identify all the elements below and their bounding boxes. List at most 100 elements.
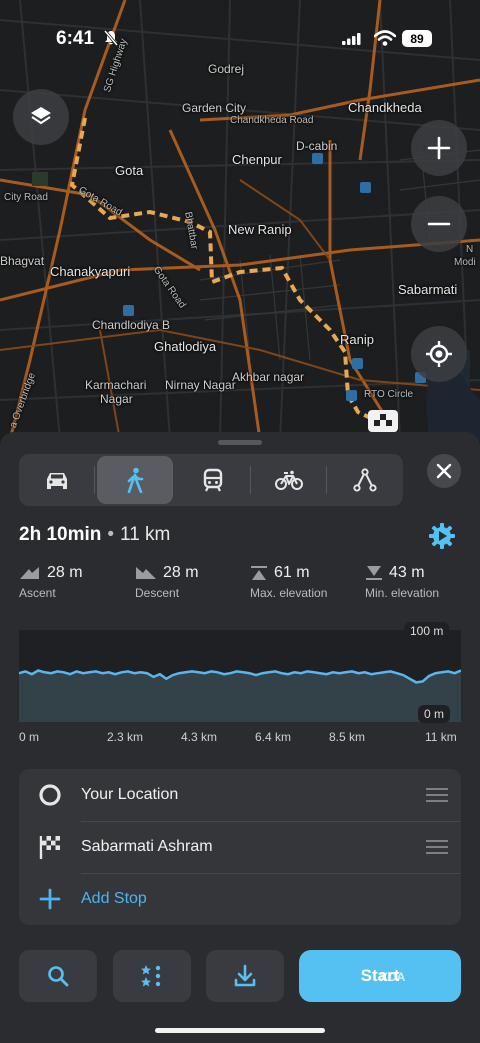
wifi-icon <box>374 30 396 46</box>
map-label: Nagar <box>100 392 133 406</box>
route-settings-gear-icon[interactable] <box>428 522 456 550</box>
zoom-in-button[interactable] <box>411 120 467 176</box>
circle-outline-icon <box>39 784 61 806</box>
drag-handle[interactable] <box>413 787 461 803</box>
route-stops-list: Your Location Sabarmati Ashram Add Stop <box>19 769 461 925</box>
stat-label: Descent <box>135 586 180 600</box>
map-label: Chenpur <box>232 152 282 167</box>
zoom-out-button[interactable] <box>411 196 467 252</box>
add-stop-button[interactable]: Add Stop <box>19 873 461 925</box>
starred-list-icon <box>141 965 161 987</box>
measure-path-icon <box>353 468 377 492</box>
map-label: Gota <box>115 163 144 178</box>
max-elevation-icon <box>251 566 267 580</box>
stat-value: 61 m <box>274 564 310 581</box>
layers-button[interactable] <box>13 89 69 145</box>
stat-value: 43 m <box>389 564 425 581</box>
elevation-min-label: 0 m <box>418 705 451 723</box>
stat-value: 28 m <box>47 564 83 581</box>
map-label: Sabarmati <box>398 282 458 297</box>
stop-name: Your Location <box>81 786 179 803</box>
saved-places-button[interactable] <box>113 950 191 1002</box>
stat-min-elevation: 43 m Min. elevation <box>365 564 439 600</box>
stat-max-elevation: 61 m Max. elevation <box>250 564 327 600</box>
crosshair-icon <box>426 341 452 367</box>
stat-value: 28 m <box>163 564 199 581</box>
download-button[interactable] <box>206 950 284 1002</box>
stop-name: Sabarmati Ashram <box>81 838 213 855</box>
battery-indicator: 89 <box>402 30 432 47</box>
mode-walk-button[interactable] <box>97 456 173 504</box>
mode-ruler-button[interactable] <box>327 454 403 506</box>
elevation-area <box>19 670 461 722</box>
map-label: N <box>466 244 474 255</box>
search-button[interactable] <box>19 950 97 1002</box>
stop-destination[interactable]: Sabarmati Ashram <box>19 821 461 873</box>
elevation-tick-label: 11 km <box>425 730 457 744</box>
add-stop-label: Add Stop <box>81 890 147 907</box>
plus-icon <box>427 136 451 160</box>
elevation-tick-label: 8.5 km <box>329 730 366 744</box>
map-label: Nirnay Nagar <box>165 378 236 392</box>
bell-slash-icon <box>103 30 119 46</box>
map-label: Bhagvat <box>0 254 45 268</box>
checkered-flag-icon <box>39 836 60 859</box>
map-label: Ghatlodiya <box>154 339 217 354</box>
map-label: Garden City <box>182 101 247 115</box>
stat-label: Min. elevation <box>365 586 440 600</box>
route-duration: 2h 10min <box>19 524 102 545</box>
close-button[interactable] <box>427 454 461 488</box>
map-label: New Ranip <box>228 222 292 237</box>
stat-descent: 28 m Descent <box>135 564 199 600</box>
mode-transit-button[interactable] <box>175 454 251 506</box>
stop-origin[interactable]: Your Location <box>19 769 461 821</box>
elevation-profile-chart[interactable] <box>19 618 461 728</box>
route-summary: 2h 10min • 11 km <box>19 524 170 546</box>
watermark-text: XDA <box>380 970 406 984</box>
download-icon <box>234 964 256 987</box>
map-view[interactable]: SG Highway Godrej Garden City Chandkheda… <box>0 0 480 440</box>
elevation-tick-label: 4.3 km <box>181 730 218 744</box>
close-icon <box>436 463 452 479</box>
train-icon <box>203 468 223 492</box>
elevation-tick-label: 0 m <box>19 730 40 744</box>
map-label: City Road <box>4 192 48 203</box>
mode-bicycle-button[interactable] <box>251 454 327 506</box>
map-label: Godrej <box>208 62 245 76</box>
mode-car-button[interactable] <box>19 454 95 506</box>
elevation-tick-label: 6.4 km <box>255 730 292 744</box>
minus-icon <box>427 222 451 226</box>
status-time: 6:41 <box>56 28 95 49</box>
stat-label: Ascent <box>19 586 56 600</box>
bicycle-icon <box>275 470 303 490</box>
status-bar: 6:41 89 <box>0 0 480 54</box>
descent-icon <box>136 567 156 579</box>
transport-mode-selector <box>19 454 403 506</box>
map-label: Ranip <box>340 332 374 347</box>
stat-ascent: 28 m Ascent <box>19 564 83 600</box>
map-label: D-cabin <box>296 139 338 153</box>
map-label: Chandkheda <box>348 100 422 115</box>
map-label: Modi <box>454 257 476 268</box>
car-icon <box>47 473 67 489</box>
walking-person-icon <box>127 467 144 493</box>
sheet-drag-handle[interactable] <box>218 440 262 445</box>
home-indicator[interactable] <box>155 1028 325 1033</box>
drag-handle-icon <box>426 840 448 854</box>
cellular-signal-icon <box>342 33 361 45</box>
map-label: Chanakyapuri <box>50 264 131 279</box>
map-label: Karmachari <box>85 378 147 392</box>
ascent-icon <box>20 567 39 579</box>
route-distance: 11 km <box>120 524 171 545</box>
plus-icon <box>39 888 61 910</box>
map-label: RTO Circle <box>364 389 414 400</box>
summary-separator: • <box>107 524 115 545</box>
elevation-tick-label: 2.3 km <box>107 730 144 744</box>
drag-handle[interactable] <box>413 839 461 855</box>
route-sheet: 2h 10min • 11 km 28 m Ascent 28 m Descen… <box>0 432 480 1043</box>
search-icon <box>48 966 69 987</box>
my-location-button[interactable] <box>411 326 467 382</box>
map-label: Akhbar nagar <box>232 370 305 384</box>
min-elevation-icon <box>366 566 382 580</box>
layers-icon <box>31 107 51 125</box>
